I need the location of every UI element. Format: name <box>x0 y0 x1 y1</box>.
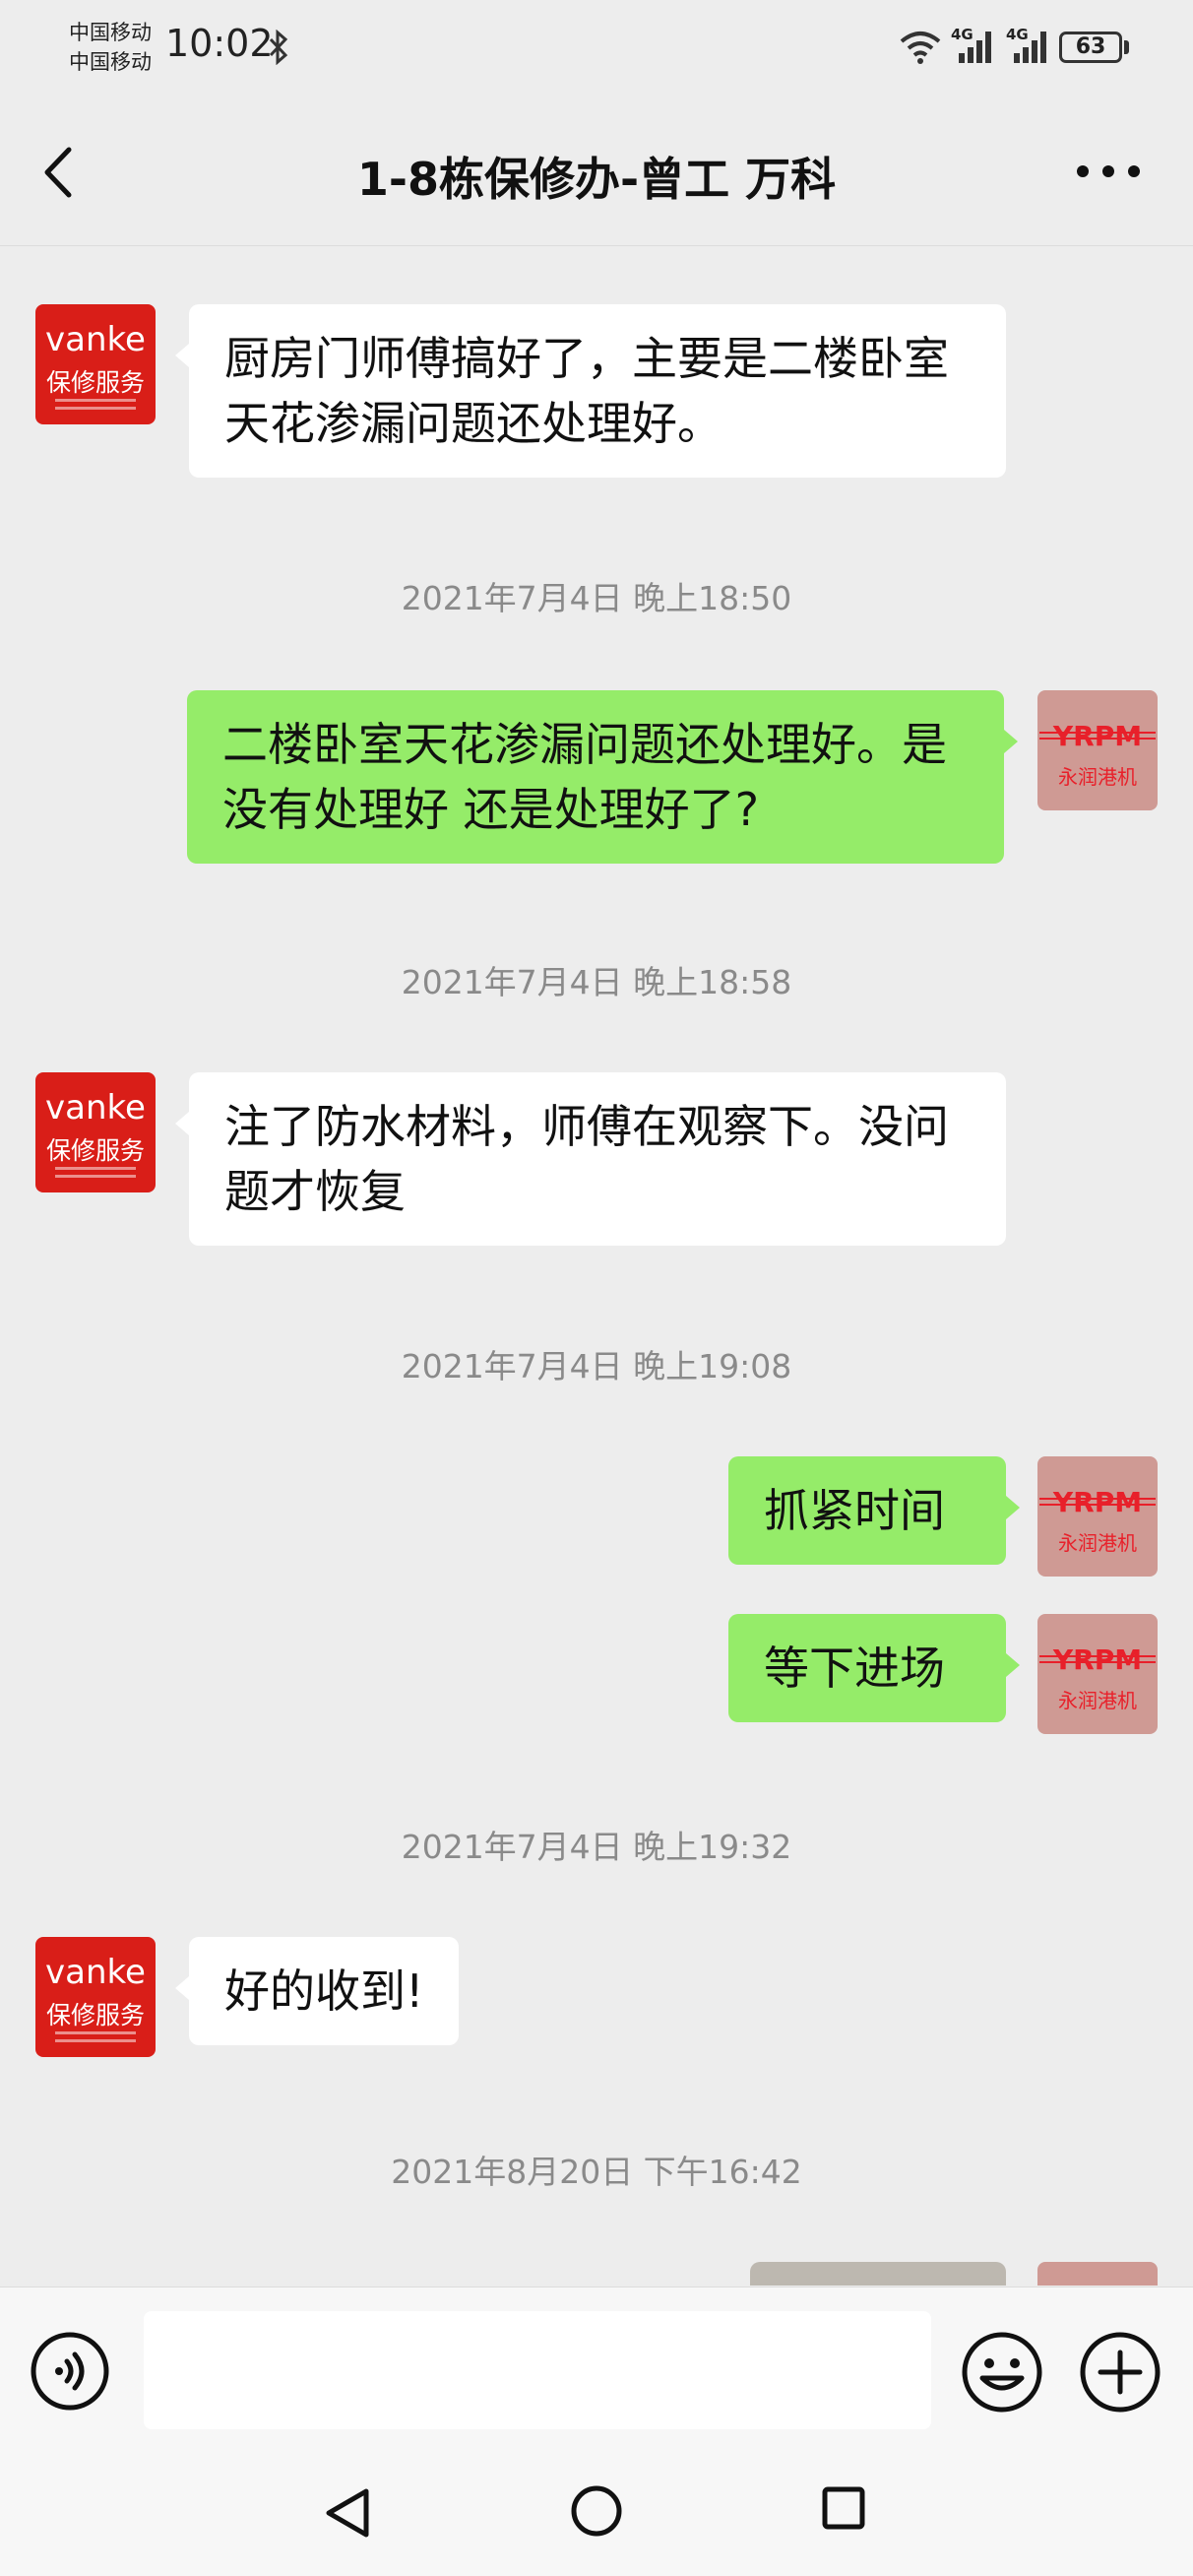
system-nav-bar <box>0 2448 1193 2576</box>
avatar-brand: YRPM <box>1052 1643 1143 1676</box>
message-timestamp: 2021年8月20日 下午16:42 <box>391 2153 802 2191</box>
message-timestamp: 2021年7月4日 晚上18:58 <box>401 963 792 1001</box>
signal-strength-icon <box>959 32 991 63</box>
carrier-names: 中国移动 中国移动 <box>69 18 152 77</box>
avatar-sub: 保修服务 <box>45 1136 145 1165</box>
message-timestamp: 2021年7月4日 晚上19:32 <box>401 1828 792 1866</box>
battery-icon: 63 <box>1059 32 1122 63</box>
avatar-decor <box>55 2039 136 2042</box>
avatar-sub: 永润港机 <box>1058 1531 1137 1555</box>
message-timestamp: 2021年7月4日 晚上19:08 <box>401 1347 792 1385</box>
message-bubble-received[interactable]: 注了防水材料，师傅在观察下。没问题才恢复 <box>175 1072 1006 1246</box>
carrier-2: 中国移动 <box>69 50 152 74</box>
input-bar <box>0 2286 1193 2448</box>
avatar-yrpm[interactable]: YRPM 永润港机 <box>1037 1456 1158 1577</box>
image-message-thumbnail[interactable] <box>750 2262 1006 2286</box>
nav-home-icon[interactable] <box>569 2483 624 2539</box>
avatar-vanke[interactable]: vanke 保修服务 <box>35 1937 156 2057</box>
message-bubble-received[interactable]: 厨房门师傅搞好了，主要是二楼卧室天花渗漏问题还处理好。 <box>175 304 1006 478</box>
avatar-brand: YRPM <box>1052 720 1143 752</box>
avatar-brand: vanke <box>45 1088 146 1127</box>
avatar-sub: 保修服务 <box>45 2001 145 2029</box>
avatar-decor <box>55 407 136 410</box>
avatar-brand: YRPM <box>1052 1486 1143 1518</box>
message-bubble-sent[interactable]: 二楼卧室天花渗漏问题还处理好。是没有处理好 还是处理好了? <box>187 690 1018 864</box>
chat-title: 1-8栋保修办-曾工 万科 <box>356 153 837 206</box>
bluetooth-icon <box>269 30 288 65</box>
back-chevron-icon[interactable] <box>30 138 89 207</box>
avatar-yrpm[interactable]: YRPM 永润港机 <box>1037 1614 1158 1734</box>
avatar-sub: 永润港机 <box>1058 1689 1137 1712</box>
message-timestamp: 2021年7月4日 晚上18:50 <box>401 579 792 617</box>
avatar-vanke[interactable]: vanke 保修服务 <box>35 304 156 424</box>
nav-back-icon[interactable] <box>321 2483 376 2543</box>
status-time: 10:02 <box>165 22 274 65</box>
message-input[interactable] <box>144 2311 931 2429</box>
message-bubble-received[interactable]: 好的收到! <box>174 1937 460 2045</box>
nav-recent-apps-icon[interactable] <box>821 2485 866 2531</box>
avatar-decor <box>55 2031 136 2034</box>
avatar-brand: vanke <box>45 320 146 359</box>
emoji-icon[interactable] <box>961 2331 1043 2414</box>
plus-icon[interactable] <box>1079 2331 1162 2414</box>
status-bar: 中国移动 中国移动 10:02 4G 4G 63 <box>0 0 1193 98</box>
avatar-decor <box>55 1175 136 1178</box>
avatar-decor <box>55 399 136 402</box>
carrier-1: 中国移动 <box>69 21 152 44</box>
wifi-icon <box>900 32 941 64</box>
chat-header: 1-8栋保修办-曾工 万科 <box>0 98 1193 246</box>
avatar-sub: 永润港机 <box>1058 765 1137 789</box>
avatar-vanke[interactable]: vanke 保修服务 <box>35 1072 156 1192</box>
message-list[interactable]: vanke 保修服务 厨房门师傅搞好了，主要是二楼卧室天花渗漏问题还处理好。 2… <box>0 247 1193 2286</box>
message-bubble-sent[interactable]: 抓紧时间 <box>728 1456 1020 1565</box>
avatar-brand: vanke <box>45 1953 146 1992</box>
avatar-yrpm[interactable]: YRPM 永润港机 <box>1037 690 1158 810</box>
battery-tip <box>1124 40 1129 54</box>
voice-input-icon[interactable] <box>30 2331 110 2412</box>
signal-strength-icon <box>1014 32 1046 63</box>
message-bubble-sent[interactable]: 等下进场 <box>728 1614 1020 1722</box>
avatar-sub: 保修服务 <box>45 368 145 397</box>
more-dots-icon[interactable] <box>1069 150 1148 193</box>
avatar-yrpm[interactable]: YRPM 永润港机 <box>1037 2262 1158 2286</box>
battery-level: 63 <box>1075 34 1106 59</box>
avatar-decor <box>55 1167 136 1170</box>
